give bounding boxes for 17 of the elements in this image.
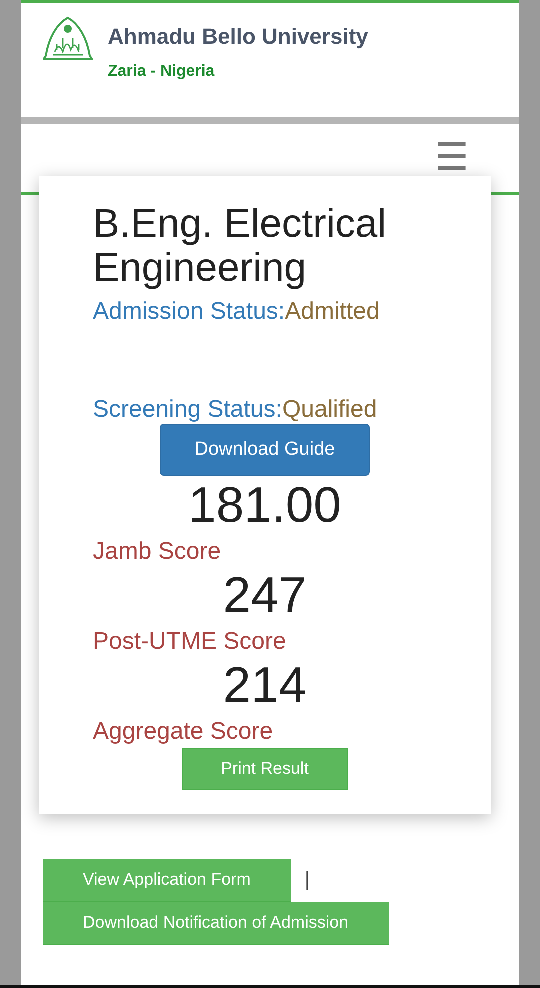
university-name: Ahmadu Bello University	[108, 24, 368, 50]
print-result-button[interactable]: Print Result	[182, 748, 348, 790]
download-guide-button[interactable]: Download Guide	[160, 424, 370, 476]
score-value: 181.00	[188, 478, 342, 532]
score-label: Jamb Score	[93, 538, 222, 566]
score-label: Aggregate Score	[93, 718, 274, 746]
status-line: Screening Status:Qualified	[93, 396, 378, 424]
download-notification-button[interactable]: Download Notification of Admission	[43, 902, 389, 945]
status-line: Admission Status:Admitted	[93, 298, 381, 326]
score-label: Post-UTME Score	[93, 628, 288, 656]
programme-title: B.Eng. Electrical Engineering	[93, 202, 388, 290]
score-value: 214	[223, 658, 307, 712]
score-value: 247	[223, 568, 307, 622]
university-logo-icon	[43, 16, 93, 62]
view-application-form-button[interactable]: View Application Form	[43, 859, 291, 902]
university-location: Zaria - Nigeria	[108, 63, 216, 81]
separator: |	[304, 869, 310, 892]
